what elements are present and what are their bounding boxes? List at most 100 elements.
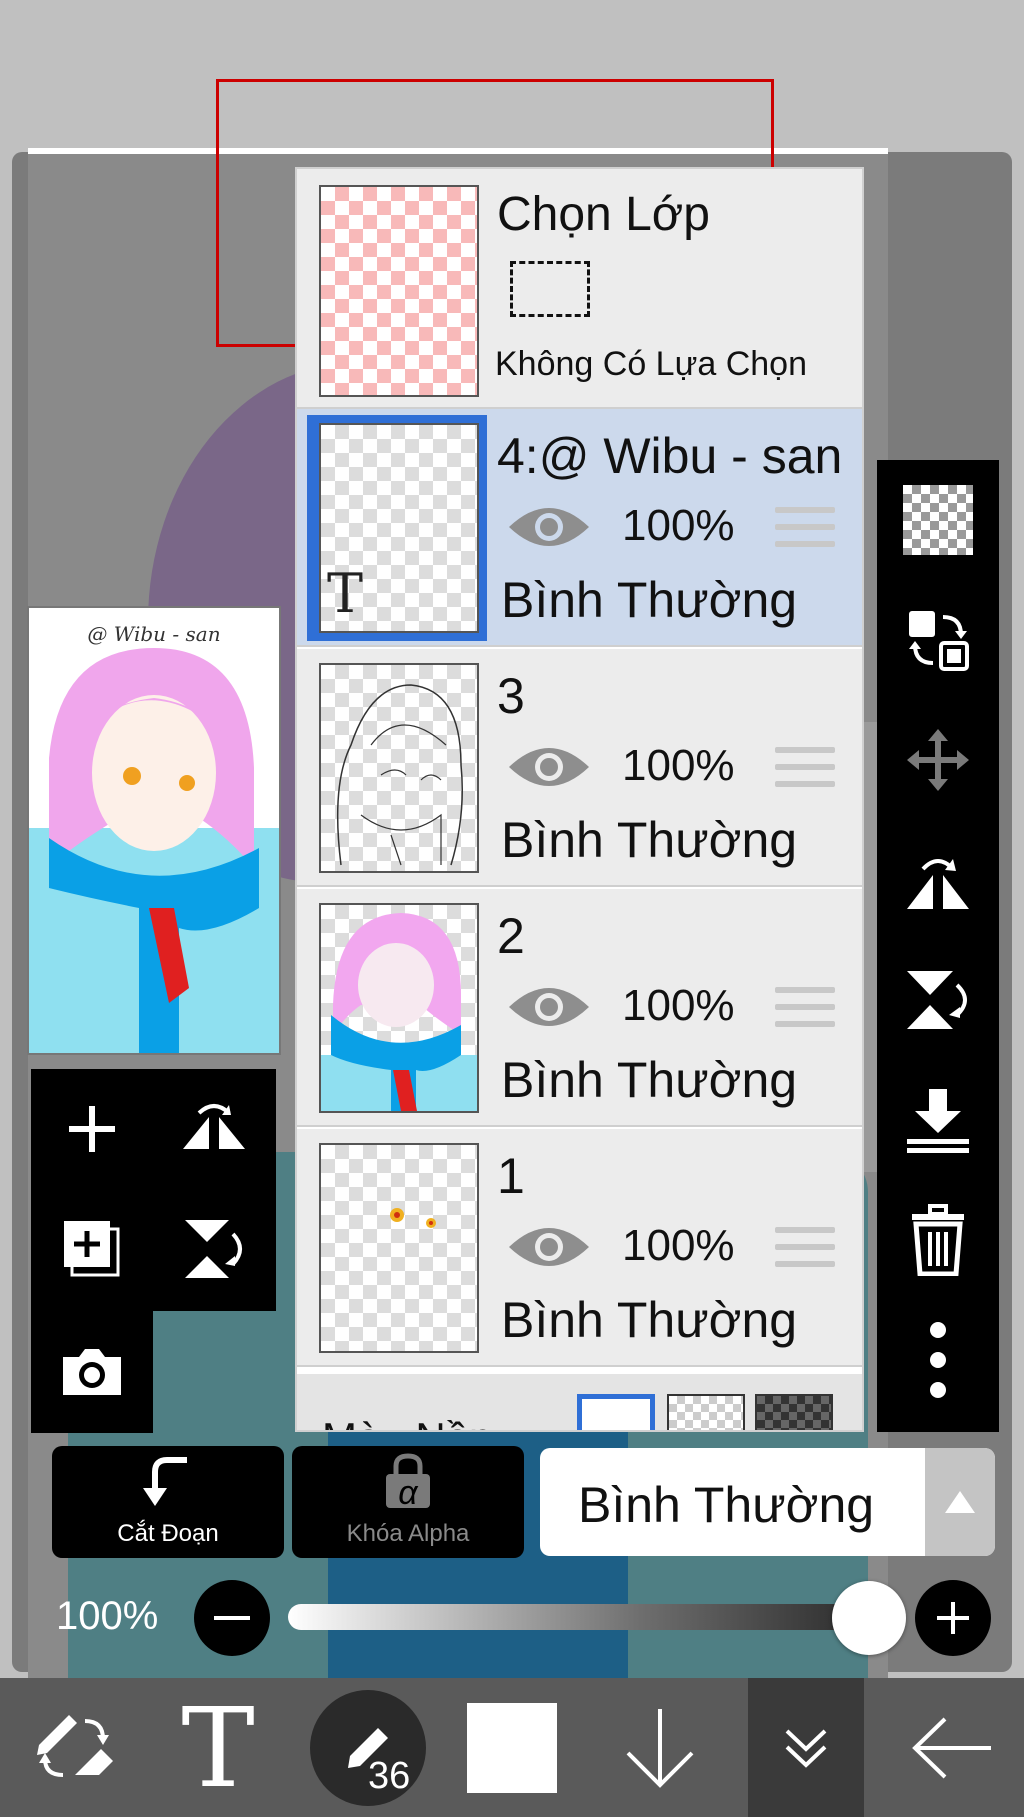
merge-down-button[interactable]	[877, 1060, 999, 1180]
left-tool-panel-lower	[31, 1311, 153, 1433]
layer-opacity: 100%	[622, 1221, 735, 1270]
brush-size-value: 36	[368, 1755, 411, 1797]
delete-layer-button[interactable]	[877, 1180, 999, 1300]
swap-layers-button[interactable]	[877, 580, 999, 700]
duplicate-layer-button[interactable]	[31, 1189, 153, 1309]
blend-mode-value: Bình Thường	[578, 1477, 875, 1533]
flip-horizontal-layer-button[interactable]	[877, 820, 999, 940]
trash-icon	[912, 1204, 964, 1276]
drag-handle-icon[interactable]	[775, 987, 835, 1031]
layer-name: 1	[497, 1148, 525, 1204]
background-dark-swatch[interactable]	[755, 1394, 833, 1430]
alpha-lock-button[interactable]: α Khóa Alpha	[292, 1446, 524, 1558]
arrow-left-icon	[912, 1717, 991, 1778]
eye-icon[interactable]	[507, 501, 591, 553]
plus-icon	[69, 1106, 115, 1152]
layer-blend-mode: Bình Thường	[501, 812, 798, 868]
add-layer-button[interactable]	[31, 1069, 153, 1189]
layer-row-3[interactable]: 3 100% Bình Thường	[297, 649, 862, 887]
swap-icon	[909, 611, 969, 671]
opacity-decrease-button[interactable]	[194, 1580, 270, 1656]
flip-horizontal-icon	[907, 859, 969, 909]
drag-handle-icon[interactable]	[775, 747, 835, 791]
more-vertical-icon	[930, 1322, 946, 1398]
camera-icon	[63, 1349, 121, 1395]
selection-thumbnail	[319, 185, 479, 397]
flip-vertical-icon	[907, 971, 967, 1029]
eye-icon[interactable]	[507, 1221, 591, 1273]
text-tool-icon: T	[181, 1683, 255, 1812]
layer-opacity: 100%	[622, 981, 735, 1030]
plus-icon	[937, 1602, 969, 1634]
drag-handle-icon[interactable]	[775, 507, 835, 551]
text-layer-icon: T	[327, 562, 364, 625]
right-tool-panel	[877, 460, 999, 1432]
layer-row-2[interactable]: 2 100% Bình Thường	[297, 889, 862, 1127]
clipping-button[interactable]: Cắt Đoạn	[52, 1446, 284, 1558]
alpha-lock-label: Khóa Alpha	[346, 1520, 470, 1547]
background-color-label: Màu Nền	[322, 1414, 492, 1430]
flip-vertical-icon	[185, 1220, 242, 1278]
layer-row-1[interactable]: 1 100% Bình Thường	[297, 1129, 862, 1367]
flip-vertical-layer-button[interactable]	[877, 940, 999, 1060]
triangle-up-icon	[945, 1491, 975, 1513]
layer-down-button[interactable]	[590, 1678, 730, 1817]
layer-blend-mode: Bình Thường	[501, 1292, 798, 1348]
selection-status: Không Có Lựa Chọn	[495, 345, 807, 383]
preview-artwork	[29, 648, 279, 1053]
transparent-layer-button[interactable]	[877, 460, 999, 580]
alpha-symbol: α	[398, 1474, 418, 1512]
clipping-label: Cắt Đoạn	[117, 1520, 219, 1547]
opacity-slider-thumb[interactable]	[832, 1581, 906, 1655]
duplicate-icon	[64, 1221, 120, 1277]
flip-horizontal-icon	[183, 1104, 245, 1149]
flip-vertical-button[interactable]	[153, 1189, 275, 1309]
layer-blend-mode: Bình Thường	[501, 1052, 798, 1108]
layer-name: 3	[497, 668, 525, 724]
opacity-slider[interactable]	[288, 1604, 876, 1630]
layer-thumbnail	[319, 1143, 479, 1353]
color-thumbnail	[321, 913, 477, 1111]
layer-opacity: 100%	[622, 501, 735, 550]
opacity-increase-button[interactable]	[915, 1580, 991, 1656]
back-button[interactable]	[882, 1678, 1022, 1817]
move-button[interactable]	[877, 700, 999, 820]
layer-blend-mode: Bình Thường	[501, 572, 798, 628]
more-options-button[interactable]	[877, 1300, 999, 1420]
camera-button[interactable]	[31, 1311, 153, 1431]
canvas-preview[interactable]: @ Wibu - san	[27, 606, 281, 1055]
arrow-down-icon	[626, 1708, 694, 1788]
current-color-swatch	[467, 1702, 557, 1793]
layer-opacity: 100%	[622, 741, 735, 790]
marquee-icon	[510, 261, 590, 317]
layer-row-4[interactable]: T 4:@ Wibu - san 100% Bình Thường	[297, 409, 862, 647]
blend-mode-dropdown-button[interactable]	[925, 1448, 995, 1556]
minus-icon	[214, 1616, 250, 1620]
selection-layer-row[interactable]: Chọn Lớp Không Có Lựa Chọn	[297, 169, 862, 409]
layer-thumbnail	[319, 663, 479, 873]
clipping-arrow-icon	[143, 1457, 187, 1506]
lineart-thumbnail	[336, 684, 463, 866]
bottom-toolbar: T	[0, 1678, 1024, 1817]
drag-handle-icon[interactable]	[775, 1227, 835, 1271]
layer-panel: Chọn Lớp Không Có Lựa Chọn T 4:@ Wibu - …	[295, 167, 864, 1432]
background-transparent-swatch[interactable]	[667, 1394, 745, 1430]
left-tool-panel	[31, 1069, 276, 1311]
eye-icon[interactable]	[507, 981, 591, 1033]
layer-name: 2	[497, 908, 525, 964]
double-chevron-down-icon	[785, 1729, 827, 1768]
layer-thumbnail	[319, 903, 479, 1113]
blend-mode-select[interactable]: Bình Thường	[540, 1448, 995, 1556]
color-picker-button[interactable]	[442, 1678, 582, 1817]
brush-eraser-swap-icon	[37, 1714, 113, 1777]
eye-icon[interactable]	[507, 741, 591, 793]
brush-eraser-toggle-button[interactable]	[4, 1678, 144, 1817]
checkerboard-icon	[903, 485, 973, 555]
flip-horizontal-button[interactable]	[153, 1069, 275, 1189]
background-white-swatch[interactable]	[577, 1394, 655, 1430]
layer-panel-toggle-button[interactable]	[748, 1678, 864, 1817]
layer-name: 4:@ Wibu - san	[497, 428, 843, 484]
background-color-row[interactable]: Màu Nền	[297, 1374, 862, 1430]
text-tool-button[interactable]: T	[148, 1678, 288, 1817]
merge-down-icon	[907, 1089, 969, 1153]
